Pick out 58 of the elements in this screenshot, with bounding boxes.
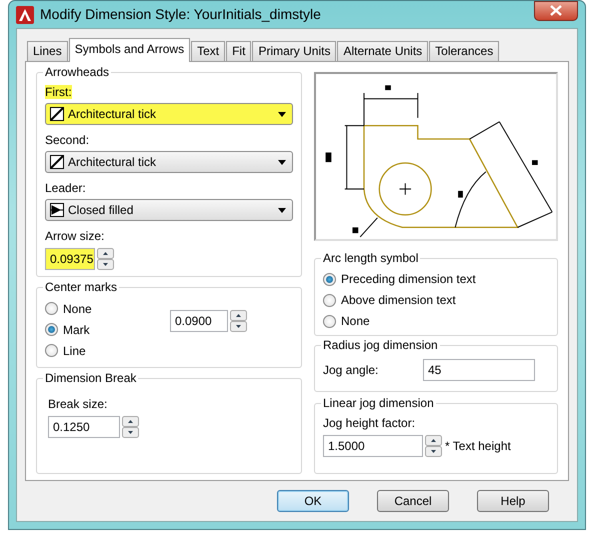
radio-button[interactable] bbox=[45, 302, 58, 315]
input-field[interactable]: 0.0900 bbox=[170, 310, 228, 332]
tab[interactable]: Text bbox=[191, 41, 226, 61]
group-title: Radius jog dimension bbox=[321, 338, 440, 352]
radio-label: Preceding dimension text bbox=[341, 272, 476, 286]
radio-label: Above dimension text bbox=[341, 293, 456, 308]
spinner-control[interactable] bbox=[97, 248, 114, 270]
group-title: Arc length symbol bbox=[321, 250, 420, 265]
spinner-control[interactable] bbox=[425, 435, 442, 458]
radio-button[interactable] bbox=[45, 323, 58, 336]
radio-button[interactable] bbox=[323, 294, 336, 307]
close-button[interactable] bbox=[534, 0, 578, 20]
input-field[interactable]: 0.09375 bbox=[45, 248, 95, 270]
radio-button[interactable] bbox=[45, 344, 58, 357]
dropdown[interactable]: Architectural tick bbox=[45, 151, 293, 173]
group-title: Center marks bbox=[43, 280, 120, 294]
field-suffix: * Text height bbox=[445, 439, 511, 454]
input-field[interactable]: 0.1250 bbox=[48, 416, 120, 438]
window-title: Modify Dimension Style: YourInitials_dimstyle bbox=[40, 5, 321, 24]
radio-label: Line bbox=[63, 344, 86, 358]
field-label: Break size: bbox=[48, 397, 108, 411]
dropdown[interactable]: Closed filled bbox=[45, 199, 293, 221]
dropdown[interactable]: Architectural tick bbox=[45, 103, 293, 125]
dialog-button[interactable]: Help bbox=[477, 490, 549, 512]
field-label: Second: bbox=[45, 133, 90, 147]
field-label: First: bbox=[45, 85, 72, 99]
caret-icon bbox=[278, 160, 286, 164]
radio-label: None bbox=[341, 314, 370, 328]
field-label: Leader: bbox=[45, 181, 86, 195]
caret-icon bbox=[278, 208, 286, 212]
tab[interactable]: Symbols and Arrows bbox=[68, 38, 190, 62]
app-logo-icon bbox=[16, 6, 34, 24]
close-icon bbox=[550, 5, 562, 16]
radio-button[interactable] bbox=[323, 272, 336, 286]
field-label: Jog angle: bbox=[323, 362, 380, 377]
field-label: Jog height factor: bbox=[323, 416, 416, 430]
tab[interactable]: Primary Units bbox=[252, 41, 336, 61]
tab[interactable]: Alternate Units bbox=[337, 41, 428, 61]
tab[interactable]: Tolerances bbox=[429, 41, 500, 61]
tab[interactable]: Lines bbox=[27, 41, 68, 61]
group-title: Dimension Break bbox=[43, 371, 138, 385]
radio-button[interactable] bbox=[323, 314, 336, 328]
input-field[interactable]: 1.5000 bbox=[323, 435, 423, 458]
tick-icon bbox=[50, 107, 64, 121]
spinner-control[interactable] bbox=[122, 416, 139, 438]
group-title: Linear jog dimension bbox=[321, 396, 436, 410]
tab[interactable]: Fit bbox=[226, 41, 252, 61]
radio-label: None bbox=[63, 302, 92, 316]
field-label: Arrow size: bbox=[45, 229, 104, 243]
tick-icon bbox=[50, 155, 64, 169]
group-title: Arrowheads bbox=[43, 65, 112, 79]
input-field[interactable]: 45 bbox=[423, 358, 535, 381]
spinner-control[interactable] bbox=[230, 310, 247, 332]
arrowhead-icon bbox=[50, 203, 64, 217]
dialog-button[interactable]: OK bbox=[277, 490, 349, 512]
dialog-button[interactable]: Cancel bbox=[377, 490, 449, 512]
caret-icon bbox=[278, 112, 286, 116]
radio-label: Mark bbox=[63, 322, 90, 336]
